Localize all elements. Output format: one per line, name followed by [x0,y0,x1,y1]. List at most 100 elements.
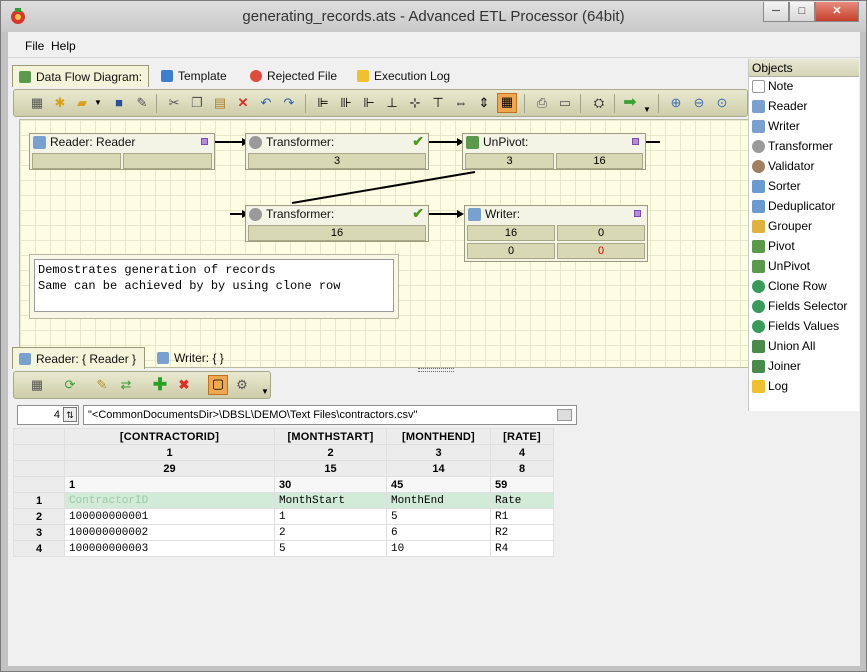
properties-icon[interactable]: ▦ [29,95,45,111]
align-middle-icon[interactable]: ⊹ [407,95,423,111]
align-center-icon[interactable]: ⊪ [338,95,354,111]
object-fields-values[interactable]: Fields Values [749,316,839,336]
paste-icon[interactable]: ▤ [212,95,228,111]
object-writer[interactable]: Writer [749,116,800,136]
table-row[interactable]: 4 100000000003 5 10 R4 [13,540,554,557]
edit-icon[interactable]: ✎ [134,95,150,111]
table-cell[interactable]: 100000000002 [64,524,275,541]
align-left-icon[interactable]: ⊫ [315,95,331,111]
cut-icon[interactable]: ✂ [166,95,182,111]
reader-node[interactable]: Reader: Reader [29,133,215,170]
transformer-node-2[interactable]: Transformer: ✔ 16 [245,205,429,242]
object-unpivot[interactable]: UnPivot [749,256,810,276]
open-icon[interactable]: ▰ [74,95,90,111]
column-header[interactable]: [MONTHEND] [386,428,491,445]
data-flow-canvas[interactable]: Reader: Reader Transformer: ✔ 3 UnPivot:… [19,119,754,368]
table-cell[interactable]: Rate [490,492,554,509]
add-icon[interactable]: ✚ [152,376,168,393]
object-reader[interactable]: Reader [749,96,807,116]
shuffle-icon[interactable]: ⇄ [118,377,134,393]
table-cell[interactable]: 100000000001 [64,508,275,525]
output-pin-icon[interactable] [632,138,639,145]
object-sorter[interactable]: Sorter [749,176,801,196]
spin-updown-icon[interactable]: ⇅ [63,407,77,422]
object-clone-row[interactable]: Clone Row [749,276,827,296]
find-icon[interactable]: ⛭ [591,95,607,111]
tab-writer[interactable]: Writer: { } [151,347,230,369]
table-row[interactable]: 3 100000000002 2 6 R2 [13,524,554,541]
table-cell[interactable]: 5 [274,540,387,557]
output-pin-icon[interactable] [201,138,208,145]
delete-icon[interactable]: ✖ [176,377,192,393]
maximize-button[interactable]: □ [789,2,815,22]
object-validator[interactable]: Validator [749,156,814,176]
settings-icon[interactable]: ⚙ [234,377,250,393]
align-top-icon[interactable]: ⊤ [430,95,446,111]
field-width[interactable]: 15 [274,460,387,477]
grid-view-icon[interactable]: ▢ [208,375,228,395]
browse-icon[interactable] [557,409,572,421]
snap-grid-icon[interactable]: ▦ [497,93,517,113]
transformer-node-1[interactable]: Transformer: ✔ 3 [245,133,429,170]
close-button[interactable]: ✕ [815,2,859,22]
table-cell[interactable]: R4 [490,540,554,557]
edit-icon[interactable]: ✎ [94,377,110,393]
zoom-fit-icon[interactable]: ⊙ [714,95,730,111]
unpivot-node[interactable]: UnPivot: 3 16 [462,133,646,170]
object-log[interactable]: Log [749,376,788,396]
note-text[interactable]: Demostrates generation of records Same c… [34,259,394,312]
object-grouper[interactable]: Grouper [749,216,812,236]
properties-icon[interactable]: ▦ [29,377,45,393]
column-header[interactable]: [MONTHSTART] [274,428,387,445]
menu-file[interactable]: File [25,39,44,53]
tab-data-flow-diagram[interactable]: Data Flow Diagram: [12,65,149,87]
table-cell[interactable]: ContractorID [64,492,275,509]
object-fields-selector[interactable]: Fields Selector [749,296,847,316]
table-cell[interactable]: MonthEnd [386,492,491,509]
table-cell[interactable]: 10 [386,540,491,557]
new-icon[interactable]: ✱ [52,95,68,111]
menu-help[interactable]: Help [51,39,76,53]
table-cell[interactable]: 6 [386,524,491,541]
undo-icon[interactable]: ↶ [258,95,274,111]
table-cell[interactable]: 5 [386,508,491,525]
print-preview-icon[interactable]: ▭ [557,95,573,111]
object-pivot[interactable]: Pivot [749,236,795,256]
run-icon[interactable]: ➡ [622,95,638,111]
chevron-down-icon[interactable]: ▼ [639,102,655,118]
chevron-down-icon[interactable]: ▼ [257,384,273,400]
zoom-in-icon[interactable]: ⊕ [668,95,684,111]
column-header[interactable]: [RATE] [490,428,554,445]
minimize-button[interactable]: ─ [763,2,789,22]
object-note[interactable]: Note [749,76,793,96]
align-bottom-icon[interactable]: ⊥ [384,95,400,111]
table-row[interactable]: 2 100000000001 1 5 R1 [13,508,554,525]
note-box[interactable]: Demostrates generation of records Same c… [29,254,399,319]
table-cell[interactable]: 2 [274,524,387,541]
redo-icon[interactable]: ↷ [281,95,297,111]
object-joiner[interactable]: Joiner [749,356,801,376]
refresh-icon[interactable]: ⟳ [62,377,78,393]
table-cell[interactable]: MonthStart [274,492,387,509]
zoom-out-icon[interactable]: ⊖ [691,95,707,111]
tab-rejected-file[interactable]: Rejected File [244,65,343,87]
chevron-down-icon[interactable]: ▼ [90,95,106,111]
same-height-icon[interactable]: ⇕ [476,95,492,111]
data-grid[interactable]: [CONTRACTORID] [MONTHSTART] [MONTHEND] [… [13,428,554,557]
writer-node[interactable]: Writer: 16 0 0 0 [464,205,648,262]
tab-reader[interactable]: Reader: { Reader } [12,347,145,369]
print-icon[interactable]: ⎙ [534,95,550,111]
save-icon[interactable]: ■ [111,95,127,111]
title-bar[interactable]: generating_records.ats - Advanced ETL Pr… [1,1,866,32]
object-deduplicator[interactable]: Deduplicator [749,196,835,216]
tab-execution-log[interactable]: Execution Log [351,65,456,87]
table-cell[interactable]: 1 [274,508,387,525]
same-width-icon[interactable]: ⇔ [453,95,469,111]
field-width[interactable]: 14 [386,460,491,477]
object-union-all[interactable]: Union All [749,336,815,356]
tab-template[interactable]: Template [155,65,233,87]
table-cell[interactable]: 100000000003 [64,540,275,557]
table-cell[interactable]: R1 [490,508,554,525]
panel-splitter[interactable] [418,368,454,372]
field-width[interactable]: 8 [490,460,554,477]
